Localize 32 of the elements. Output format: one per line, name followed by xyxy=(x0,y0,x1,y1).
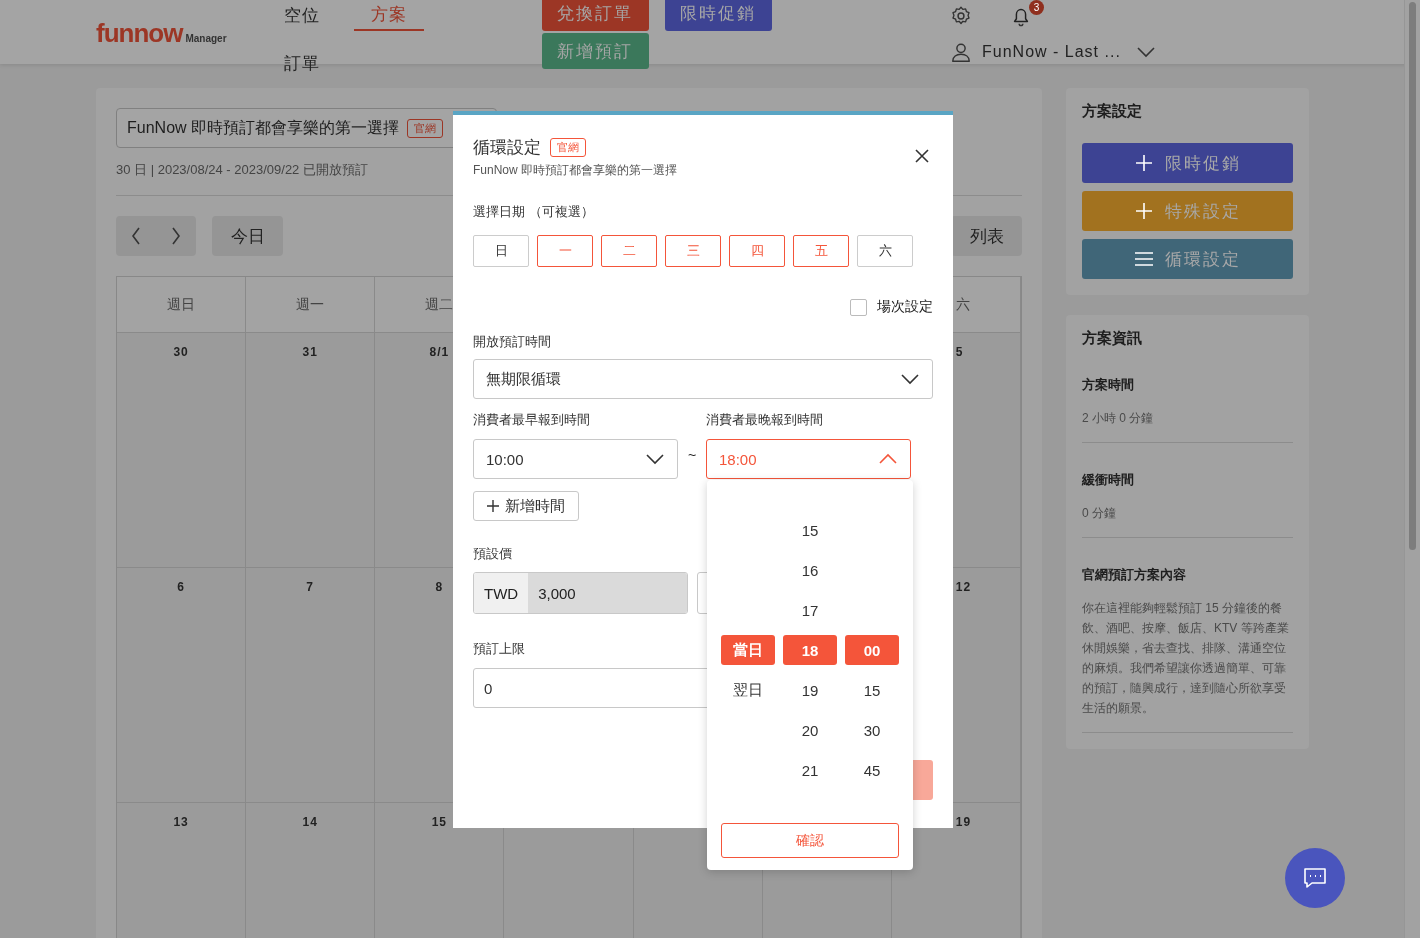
plan-summary: 30 日 | 2023/08/24 - 2023/09/22 已開放預訂 xyxy=(116,161,368,179)
date-number: 13 xyxy=(173,815,189,829)
weekday-header: 週一 xyxy=(246,277,376,333)
date-number: 6 xyxy=(177,580,185,594)
info-label: 方案時間 xyxy=(1082,376,1135,394)
card-title: 方案資訊 xyxy=(1082,329,1143,348)
info-value: 0 分鐘 xyxy=(1082,505,1117,522)
weekday-header: 週日 xyxy=(117,277,247,333)
date-number: 30 xyxy=(173,345,189,359)
field-label: 選擇日期 （可複選） xyxy=(473,203,594,221)
date-number: 15 xyxy=(431,815,448,829)
field-label: 消費者最晚報到時間 xyxy=(706,411,823,429)
notification-badge: 3 xyxy=(1029,0,1044,15)
info-value: 2 小時 0 分鐘 xyxy=(1082,410,1155,427)
info-value: 你在這裡能夠輕鬆預訂 15 分鐘後的餐飲、酒吧、按摩、飯店、KTV 等跨產業休閒娛樂，省去查找、排隊、溝通空位的麻煩。我們希望讓你透過簡單、可靠的預訂，隨興成行，達到隨心所欲享受生活的願景。 xyxy=(1082,600,1290,717)
price-field: TWD 3,000 xyxy=(473,572,688,614)
date-number: 8/1 xyxy=(429,345,450,359)
info-label: 官網預訂方案內容 xyxy=(1082,566,1187,584)
official-tag: 官網 xyxy=(407,118,444,138)
date-number: 31 xyxy=(302,345,318,359)
date-number: 19 xyxy=(955,815,972,829)
info-label: 緩衝時間 xyxy=(1082,471,1135,489)
dialog-subtitle: FunNow 即時預訂都會享樂的第一選擇 xyxy=(473,162,679,179)
range-separator: ~ xyxy=(686,446,698,465)
date-number: 7 xyxy=(306,580,315,594)
date-number: 8 xyxy=(435,580,444,594)
card-title: 方案設定 xyxy=(1082,102,1143,121)
date-number: 12 xyxy=(955,580,972,594)
date-number: 5 xyxy=(955,345,964,359)
official-tag: 官網 xyxy=(550,137,586,157)
logo-subtitle: Manager xyxy=(185,33,227,44)
date-number: 14 xyxy=(302,815,318,829)
